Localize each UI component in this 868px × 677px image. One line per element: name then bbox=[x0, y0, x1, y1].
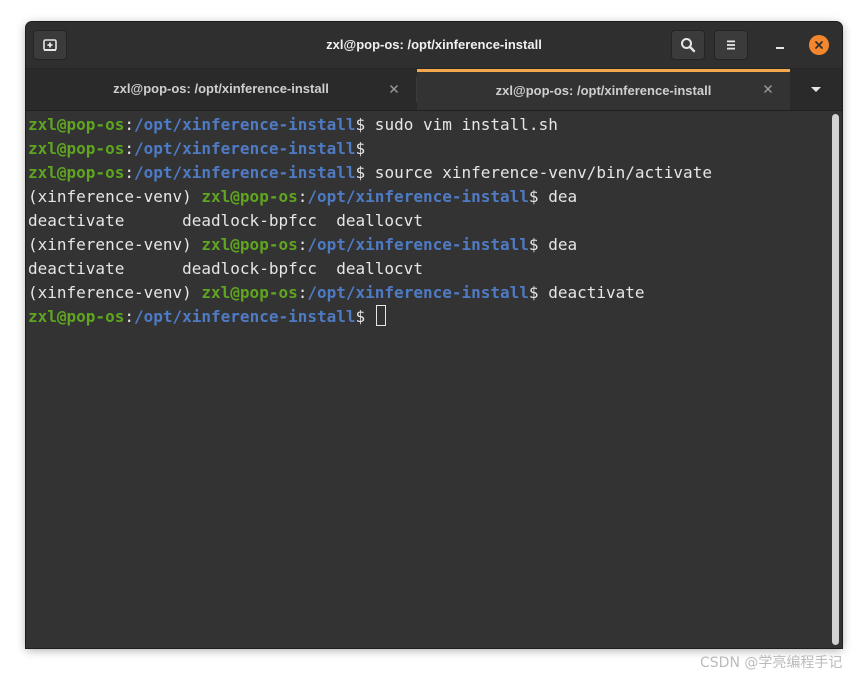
watermark: CSDN @学亮编程手记 bbox=[700, 655, 843, 671]
minimize-icon bbox=[776, 47, 784, 49]
tab-1[interactable]: zxl@pop-os: /opt/xinference-install bbox=[26, 69, 416, 110]
terminal-line: (xinference-venv) zxl@pop-os:/opt/xinfer… bbox=[28, 233, 577, 257]
venv-prefix: (xinference-venv) bbox=[28, 187, 202, 206]
venv-prefix: (xinference-venv) bbox=[28, 235, 202, 254]
tab-close-button[interactable] bbox=[760, 81, 776, 97]
terminal-line-current[interactable]: zxl@pop-os:/opt/xinference-install$ bbox=[28, 305, 386, 329]
prompt-path: /opt/xinference-install bbox=[133, 115, 356, 134]
headerbar: zxl@pop-os: /opt/xinference-install bbox=[26, 22, 842, 69]
new-tab-button[interactable] bbox=[33, 30, 67, 60]
completion-output-line: deactivate deadlock-bpfcc deallocvt bbox=[28, 211, 423, 230]
tab-2-active[interactable]: zxl@pop-os: /opt/xinference-install bbox=[417, 69, 790, 110]
prompt-separator: : bbox=[297, 235, 308, 254]
prompt-user: zxl@pop-os bbox=[28, 307, 125, 326]
prompt-sigil: $ bbox=[355, 307, 366, 326]
prompt-separator: : bbox=[124, 307, 134, 326]
terminal-line: (xinference-venv) zxl@pop-os:/opt/xinfer… bbox=[28, 185, 577, 209]
prompt-path: /opt/xinference-install bbox=[133, 163, 356, 182]
text-cursor bbox=[375, 305, 386, 326]
prompt-separator: : bbox=[124, 163, 134, 182]
prompt-sigil: $ bbox=[528, 235, 539, 254]
terminal-line: zxl@pop-os:/opt/xinference-install$ sudo… bbox=[28, 113, 558, 137]
tab-bar: zxl@pop-os: /opt/xinference-install zxl@… bbox=[26, 69, 842, 111]
prompt-sigil: $ bbox=[355, 139, 366, 158]
close-icon bbox=[815, 41, 823, 49]
prompt-user: zxl@pop-os bbox=[28, 115, 125, 134]
command-text: dea bbox=[538, 187, 578, 206]
tab-list-dropdown-button[interactable] bbox=[790, 69, 842, 110]
tab-label: zxl@pop-os: /opt/xinference-install bbox=[113, 81, 329, 96]
search-icon bbox=[681, 38, 696, 53]
scrollbar[interactable] bbox=[830, 111, 842, 648]
command-text: dea bbox=[538, 235, 578, 254]
prompt-separator: : bbox=[124, 139, 134, 158]
prompt-path: /opt/xinference-install bbox=[307, 283, 529, 302]
terminal-line: zxl@pop-os:/opt/xinference-install$ bbox=[28, 137, 365, 161]
prompt-separator: : bbox=[297, 283, 308, 302]
prompt-sigil: $ bbox=[355, 115, 366, 134]
venv-prefix: (xinference-venv) bbox=[28, 283, 202, 302]
hamburger-menu-icon bbox=[727, 40, 735, 50]
prompt-path: /opt/xinference-install bbox=[307, 235, 529, 254]
close-window-button[interactable] bbox=[809, 35, 829, 55]
prompt-separator: : bbox=[124, 115, 134, 134]
terminal-output[interactable]: zxl@pop-os:/opt/xinference-install$ sudo… bbox=[26, 111, 830, 648]
main-menu-button[interactable] bbox=[714, 30, 748, 60]
prompt-user: zxl@pop-os bbox=[28, 139, 125, 158]
prompt-sigil: $ bbox=[528, 283, 539, 302]
command-text: deactivate bbox=[538, 283, 645, 302]
chevron-down-icon bbox=[811, 86, 821, 92]
command-text: sudo vim install.sh bbox=[365, 115, 558, 134]
minimize-button[interactable] bbox=[770, 35, 790, 55]
tab-label: zxl@pop-os: /opt/xinference-install bbox=[495, 83, 712, 98]
search-button[interactable] bbox=[671, 30, 705, 60]
terminal-window: zxl@pop-os: /opt/xinference-install zxl@… bbox=[26, 22, 842, 648]
completion-output-line: deactivate deadlock-bpfcc deallocvt bbox=[28, 259, 423, 278]
scrollbar-thumb[interactable] bbox=[832, 114, 839, 645]
prompt-path: /opt/xinference-install bbox=[307, 187, 529, 206]
prompt-path: /opt/xinference-install bbox=[133, 307, 356, 326]
prompt-user: zxl@pop-os bbox=[201, 187, 298, 206]
terminal-line: zxl@pop-os:/opt/xinference-install$ sour… bbox=[28, 161, 712, 185]
prompt-user: zxl@pop-os bbox=[201, 235, 298, 254]
prompt-sigil: $ bbox=[355, 163, 366, 182]
prompt-user: zxl@pop-os bbox=[28, 163, 125, 182]
command-text: source xinference-venv/bin/activate bbox=[365, 163, 712, 182]
terminal-line: (xinference-venv) zxl@pop-os:/opt/xinfer… bbox=[28, 281, 645, 305]
prompt-separator: : bbox=[297, 187, 308, 206]
prompt-sigil: $ bbox=[528, 187, 539, 206]
close-icon bbox=[764, 85, 772, 93]
command-text bbox=[365, 307, 375, 326]
prompt-user: zxl@pop-os bbox=[201, 283, 298, 302]
tab-close-button[interactable] bbox=[386, 81, 402, 97]
new-tab-icon bbox=[43, 39, 57, 51]
prompt-path: /opt/xinference-install bbox=[133, 139, 356, 158]
close-icon bbox=[390, 85, 398, 93]
